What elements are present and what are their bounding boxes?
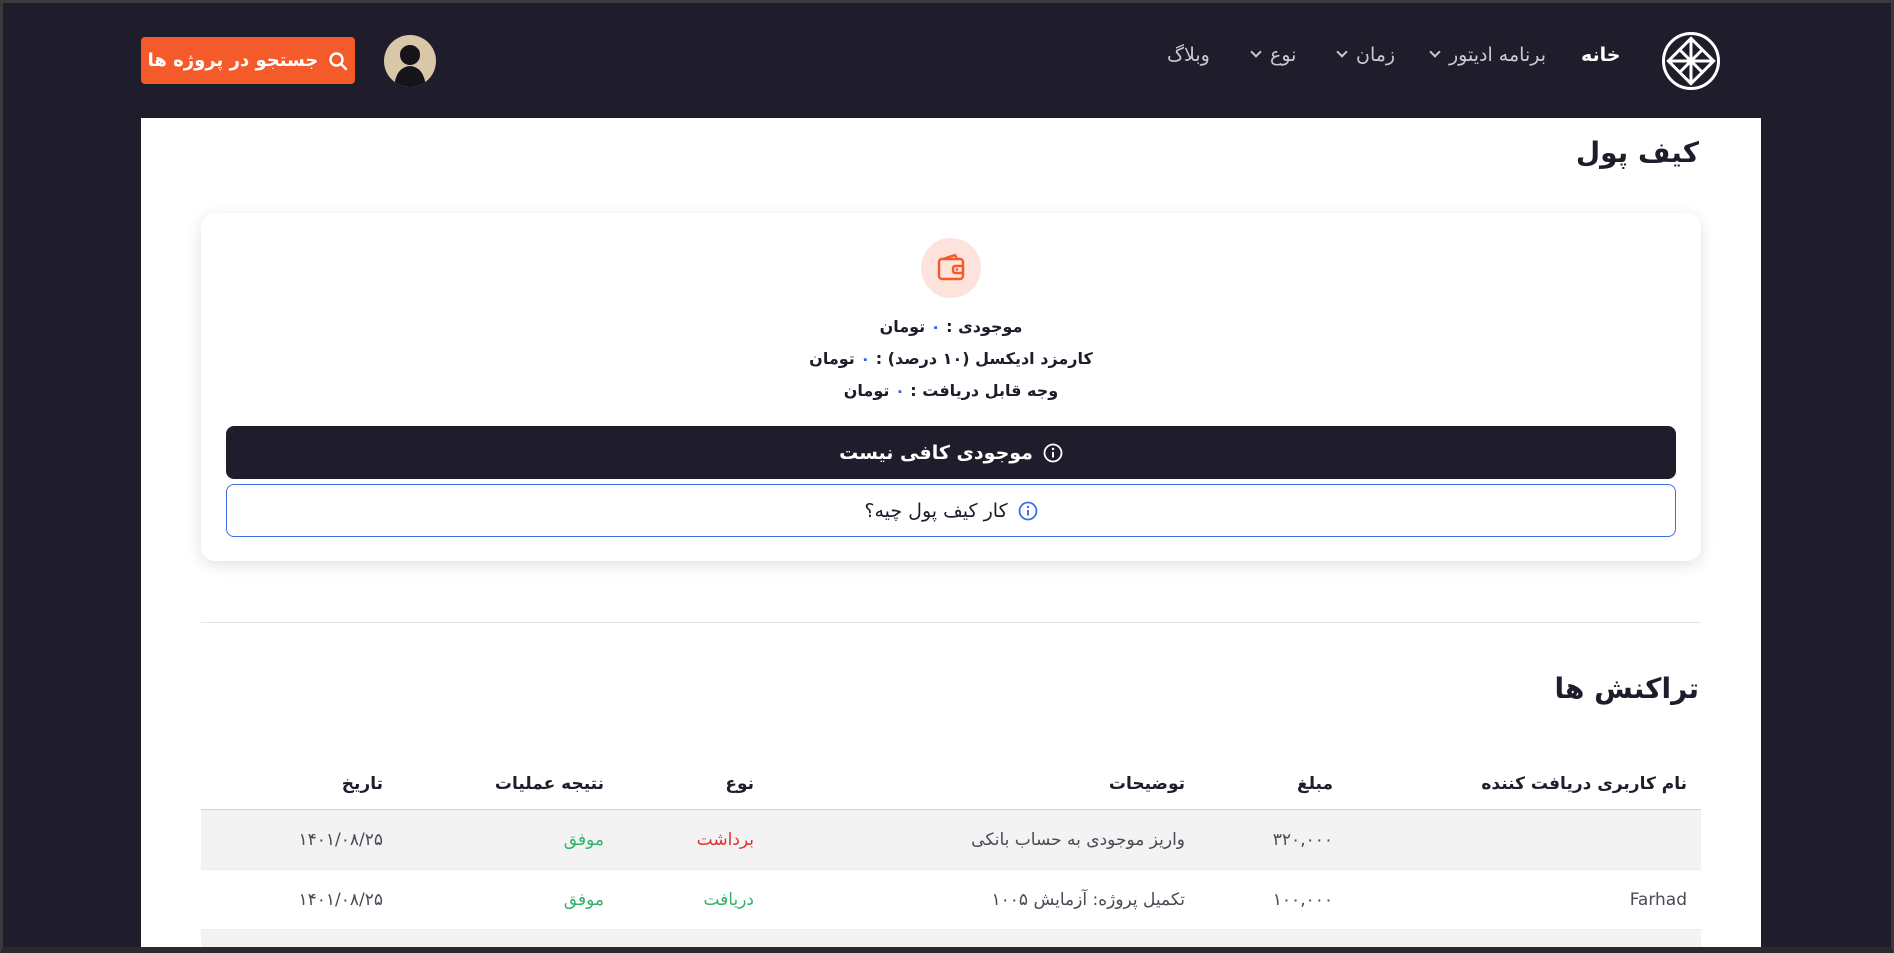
withdrawable-line: وجه قابل دریافت : ۰ تومان [201, 381, 1701, 400]
transactions-table: نام کاربری دریافت کننده مبلغ توضیحات نوع… [201, 758, 1701, 947]
avatar-silhouette-icon [394, 45, 426, 87]
top-navbar: خانه برنامه ادیتور زمان نوع وبلاگ جستجو … [0, 0, 1894, 118]
cell-type: برداشت [696, 829, 754, 850]
how-wallet-works-label: کار کیف پول چیه؟ [864, 499, 1008, 522]
logo-icon [1666, 36, 1716, 86]
header-result: نتیجه عملیات [494, 773, 604, 794]
commission-currency: تومان [809, 349, 855, 368]
wallet-icon [937, 253, 965, 281]
insufficient-balance-button[interactable]: موجودی کافی نیست [226, 426, 1676, 479]
wallet-title: کیف پول [1575, 136, 1699, 169]
cell-result: موفق [563, 829, 604, 850]
cell-result: موفق [563, 889, 604, 910]
search-projects-label: جستجو در پروژه ها [147, 50, 319, 71]
nav-blog-label: وبلاگ [1167, 44, 1210, 66]
how-wallet-works-button[interactable]: کار کیف پول چیه؟ [226, 484, 1676, 537]
balance-label: موجودی : [946, 317, 1023, 336]
nav-home-label: خانه [1581, 44, 1621, 66]
wallet-icon-badge [921, 238, 981, 298]
nav-time-label: زمان [1356, 44, 1396, 66]
nav-type[interactable]: نوع [1250, 44, 1297, 66]
header-date: تاریخ [341, 773, 383, 794]
site-logo[interactable] [1662, 32, 1720, 90]
info-icon [1018, 501, 1038, 520]
cell-receiver: Farhad [1629, 889, 1687, 910]
withdrawable-currency: تومان [843, 381, 890, 400]
header-amount: مبلغ [1296, 773, 1333, 794]
withdrawable-value: ۰ [894, 381, 905, 400]
search-icon [329, 51, 348, 70]
nav-editor-program-label: برنامه ادیتور [1449, 44, 1547, 66]
cell-date: ۱۴۰۱/۰۸/۲۵ [298, 829, 383, 850]
transactions-title: تراکنش ها [1554, 672, 1700, 705]
table-row[interactable] [201, 930, 1701, 947]
nav-type-label: نوع [1270, 44, 1297, 66]
cell-amount: ۱۰۰,۰۰۰ [1272, 889, 1333, 910]
info-icon [1043, 443, 1063, 462]
header-description: توضیحات [1108, 773, 1185, 794]
search-projects-button[interactable]: جستجو در پروژه ها [141, 37, 355, 84]
chevron-down-icon [1429, 46, 1441, 58]
header-type: نوع [725, 773, 754, 794]
cell-amount: ۳۲۰,۰۰۰ [1272, 829, 1333, 850]
commission-line: کارمزد ادیکسل (۱۰ درصد) : ۰ تومان [201, 349, 1701, 368]
table-row[interactable]: ۳۲۰,۰۰۰ واریز موجودی به حساب بانکی برداش… [201, 810, 1701, 870]
chevron-down-icon [1250, 46, 1262, 58]
cell-type: دریافت [703, 889, 754, 910]
insufficient-balance-label: موجودی کافی نیست [839, 441, 1033, 464]
nav-home[interactable]: خانه [1581, 44, 1620, 66]
wallet-card: موجودی : ۰ تومان کارمزد ادیکسل (۱۰ درصد)… [201, 213, 1701, 561]
cell-date: ۱۴۰۱/۰۸/۲۵ [298, 889, 383, 910]
balance-currency: تومان [879, 317, 926, 336]
main-content: کیف پول موجودی : ۰ تومان کارمزد ادیکسل (… [141, 118, 1761, 947]
user-avatar[interactable] [384, 35, 436, 87]
header-receiver: نام کاربری دریافت کننده [1481, 773, 1687, 794]
withdrawable-label: وجه قابل دریافت : [910, 381, 1059, 400]
table-row[interactable]: Farhad ۱۰۰,۰۰۰ تکمیل پروژه: آزمایش ۱۰۰۵ … [201, 870, 1701, 930]
cell-description: واریز موجودی به حساب بانکی [971, 829, 1185, 850]
chevron-down-icon [1336, 46, 1348, 58]
table-header: نام کاربری دریافت کننده مبلغ توضیحات نوع… [201, 758, 1701, 810]
section-divider [201, 622, 1701, 623]
nav-time[interactable]: زمان [1336, 44, 1396, 66]
balance-value: ۰ [930, 317, 941, 336]
balance-line: موجودی : ۰ تومان [201, 317, 1701, 336]
commission-label: کارمزد ادیکسل (۱۰ درصد) : [875, 349, 1093, 368]
commission-value: ۰ [860, 349, 871, 368]
nav-blog[interactable]: وبلاگ [1167, 44, 1210, 66]
cell-description: تکمیل پروژه: آزمایش ۱۰۰۵ [991, 889, 1185, 910]
nav-editor-program[interactable]: برنامه ادیتور [1429, 44, 1547, 66]
